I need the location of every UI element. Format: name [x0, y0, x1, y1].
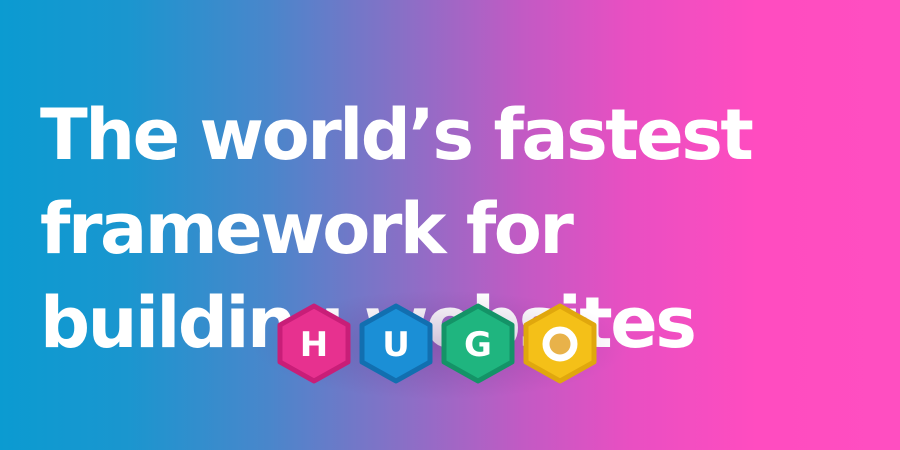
hexagon-g-letter: G	[464, 325, 492, 365]
hugo-banner: The world’s fastest framework for buildi…	[0, 0, 900, 450]
hexagon-g-icon: G	[441, 303, 515, 384]
hexagon-u-icon: U	[359, 303, 433, 384]
hexagon-u-letter: U	[382, 325, 410, 365]
headline-line-2: framework for	[40, 188, 574, 270]
hexagon-o-icon: O	[523, 303, 597, 384]
hexagon-h-icon: H	[277, 303, 351, 384]
hexagon-o-ring	[542, 326, 578, 362]
headline-line-1: The world’s fastest	[40, 94, 754, 176]
hugo-logo: H U G O	[276, 300, 606, 390]
hexagon-h-letter: H	[300, 325, 328, 365]
hugo-logo-svg: H U G O	[277, 303, 597, 384]
